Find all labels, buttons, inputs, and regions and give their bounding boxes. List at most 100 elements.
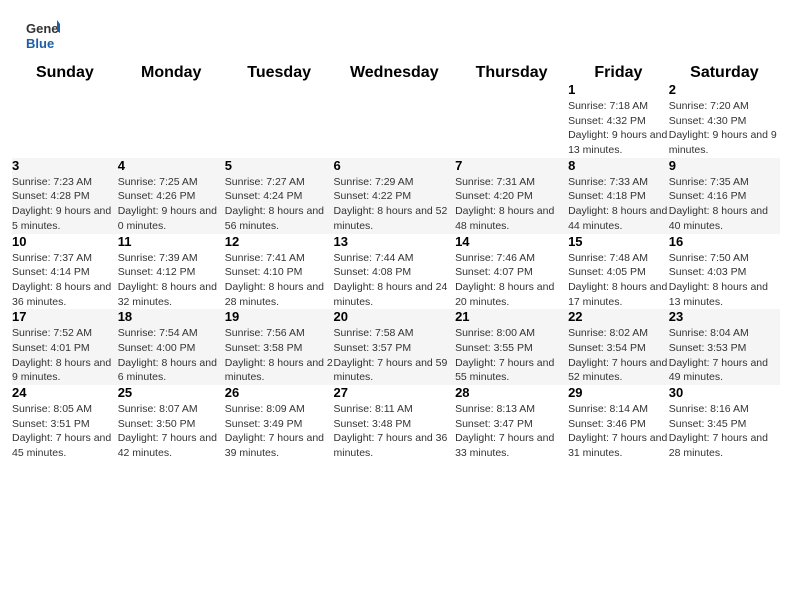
- day-number: 4: [118, 158, 225, 173]
- day-header-monday: Monday: [118, 64, 225, 82]
- day-info: Sunrise: 7:31 AM Sunset: 4:20 PM Dayligh…: [455, 175, 568, 234]
- day-info: Sunrise: 7:44 AM Sunset: 4:08 PM Dayligh…: [334, 251, 456, 310]
- day-info: Sunrise: 7:41 AM Sunset: 4:10 PM Dayligh…: [225, 251, 334, 310]
- day-header-tuesday: Tuesday: [225, 64, 334, 82]
- day-info: Sunrise: 8:04 AM Sunset: 3:53 PM Dayligh…: [669, 326, 780, 385]
- day-info: Sunrise: 7:48 AM Sunset: 4:05 PM Dayligh…: [568, 251, 669, 310]
- day-info: Sunrise: 7:20 AM Sunset: 4:30 PM Dayligh…: [669, 99, 780, 158]
- calendar-cell: 22 Sunrise: 8:02 AM Sunset: 3:54 PM Dayli…: [568, 309, 669, 385]
- day-number: 30: [669, 385, 780, 400]
- day-header-wednesday: Wednesday: [334, 64, 456, 82]
- day-number: 5: [225, 158, 334, 173]
- day-number: 25: [118, 385, 225, 400]
- day-info: Sunrise: 7:25 AM Sunset: 4:26 PM Dayligh…: [118, 175, 225, 234]
- calendar-cell: 30 Sunrise: 8:16 AM Sunset: 3:45 PM Dayli…: [669, 385, 780, 461]
- calendar-week-2: 3 Sunrise: 7:23 AM Sunset: 4:28 PM Daylig…: [12, 158, 780, 234]
- day-number: 6: [334, 158, 456, 173]
- day-info: Sunrise: 7:46 AM Sunset: 4:07 PM Dayligh…: [455, 251, 568, 310]
- calendar-cell: 7 Sunrise: 7:31 AM Sunset: 4:20 PM Daylig…: [455, 158, 568, 234]
- day-number: 15: [568, 234, 669, 249]
- day-number: 8: [568, 158, 669, 173]
- day-number: 13: [334, 234, 456, 249]
- day-number: 19: [225, 309, 334, 324]
- calendar-cell: 12 Sunrise: 7:41 AM Sunset: 4:10 PM Dayli…: [225, 234, 334, 310]
- day-number: 11: [118, 234, 225, 249]
- logo-svg: General Blue: [24, 18, 60, 54]
- day-number: 2: [669, 82, 780, 97]
- day-header-sunday: Sunday: [12, 64, 118, 82]
- calendar-cell: 3 Sunrise: 7:23 AM Sunset: 4:28 PM Daylig…: [12, 158, 118, 234]
- day-info: Sunrise: 8:05 AM Sunset: 3:51 PM Dayligh…: [12, 402, 118, 461]
- day-info: Sunrise: 7:56 AM Sunset: 3:58 PM Dayligh…: [225, 326, 334, 385]
- day-number: 3: [12, 158, 118, 173]
- calendar-week-3: 10Sunrise: 7:37 AM Sunset: 4:14 PM Dayli…: [12, 234, 780, 310]
- day-number: 1: [568, 82, 669, 97]
- calendar-cell: 2 Sunrise: 7:20 AM Sunset: 4:30 PM Daylig…: [669, 82, 780, 158]
- day-info: Sunrise: 7:23 AM Sunset: 4:28 PM Dayligh…: [12, 175, 118, 234]
- day-info: Sunrise: 8:14 AM Sunset: 3:46 PM Dayligh…: [568, 402, 669, 461]
- calendar-cell: [455, 82, 568, 158]
- calendar-cell: 5Sunrise: 7:27 AM Sunset: 4:24 PM Daylig…: [225, 158, 334, 234]
- day-info: Sunrise: 7:54 AM Sunset: 4:00 PM Dayligh…: [118, 326, 225, 385]
- calendar-cell: 26Sunrise: 8:09 AM Sunset: 3:49 PM Dayli…: [225, 385, 334, 461]
- day-info: Sunrise: 7:52 AM Sunset: 4:01 PM Dayligh…: [12, 326, 118, 385]
- day-number: 7: [455, 158, 568, 173]
- calendar-body: 1 Sunrise: 7:18 AM Sunset: 4:32 PM Daylig…: [12, 82, 780, 461]
- calendar-cell: 13 Sunrise: 7:44 AM Sunset: 4:08 PM Dayli…: [334, 234, 456, 310]
- day-info: Sunrise: 8:02 AM Sunset: 3:54 PM Dayligh…: [568, 326, 669, 385]
- calendar-cell: 6Sunrise: 7:29 AM Sunset: 4:22 PM Daylig…: [334, 158, 456, 234]
- day-info: Sunrise: 7:58 AM Sunset: 3:57 PM Dayligh…: [334, 326, 456, 385]
- calendar-cell: 24 Sunrise: 8:05 AM Sunset: 3:51 PM Dayli…: [12, 385, 118, 461]
- calendar-cell: 1 Sunrise: 7:18 AM Sunset: 4:32 PM Daylig…: [568, 82, 669, 158]
- day-info: Sunrise: 8:16 AM Sunset: 3:45 PM Dayligh…: [669, 402, 780, 461]
- day-info: Sunrise: 7:50 AM Sunset: 4:03 PM Dayligh…: [669, 251, 780, 310]
- svg-text:Blue: Blue: [26, 36, 54, 51]
- day-number: 9: [669, 158, 780, 173]
- calendar-cell: 15 Sunrise: 7:48 AM Sunset: 4:05 PM Dayli…: [568, 234, 669, 310]
- calendar-week-5: 24 Sunrise: 8:05 AM Sunset: 3:51 PM Dayli…: [12, 385, 780, 461]
- day-number: 29: [568, 385, 669, 400]
- calendar-cell: [118, 82, 225, 158]
- day-info: Sunrise: 7:35 AM Sunset: 4:16 PM Dayligh…: [669, 175, 780, 234]
- calendar-cell: 17Sunrise: 7:52 AM Sunset: 4:01 PM Dayli…: [12, 309, 118, 385]
- day-number: 12: [225, 234, 334, 249]
- calendar-header: SundayMondayTuesdayWednesdayThursdayFrid…: [12, 64, 780, 82]
- day-info: Sunrise: 7:33 AM Sunset: 4:18 PM Dayligh…: [568, 175, 669, 234]
- calendar-cell: 16Sunrise: 7:50 AM Sunset: 4:03 PM Dayli…: [669, 234, 780, 310]
- day-number: 27: [334, 385, 456, 400]
- day-info: Sunrise: 8:07 AM Sunset: 3:50 PM Dayligh…: [118, 402, 225, 461]
- day-info: Sunrise: 8:00 AM Sunset: 3:55 PM Dayligh…: [455, 326, 568, 385]
- day-header-friday: Friday: [568, 64, 669, 82]
- calendar-cell: 25 Sunrise: 8:07 AM Sunset: 3:50 PM Dayli…: [118, 385, 225, 461]
- day-number: 18: [118, 309, 225, 324]
- calendar-cell: 4 Sunrise: 7:25 AM Sunset: 4:26 PM Daylig…: [118, 158, 225, 234]
- day-number: 22: [568, 309, 669, 324]
- day-info: Sunrise: 8:13 AM Sunset: 3:47 PM Dayligh…: [455, 402, 568, 461]
- header-row: SundayMondayTuesdayWednesdayThursdayFrid…: [12, 64, 780, 82]
- calendar-cell: 23 Sunrise: 8:04 AM Sunset: 3:53 PM Dayli…: [669, 309, 780, 385]
- calendar-week-1: 1 Sunrise: 7:18 AM Sunset: 4:32 PM Daylig…: [12, 82, 780, 158]
- day-info: Sunrise: 7:18 AM Sunset: 4:32 PM Dayligh…: [568, 99, 669, 158]
- calendar-cell: [225, 82, 334, 158]
- day-number: 24: [12, 385, 118, 400]
- calendar-cell: 27Sunrise: 8:11 AM Sunset: 3:48 PM Dayli…: [334, 385, 456, 461]
- logo: General Blue: [24, 18, 60, 54]
- day-header-thursday: Thursday: [455, 64, 568, 82]
- day-number: 23: [669, 309, 780, 324]
- calendar-cell: 29 Sunrise: 8:14 AM Sunset: 3:46 PM Dayli…: [568, 385, 669, 461]
- calendar-table: SundayMondayTuesdayWednesdayThursdayFrid…: [12, 64, 780, 461]
- calendar-cell: 8 Sunrise: 7:33 AM Sunset: 4:18 PM Daylig…: [568, 158, 669, 234]
- calendar-cell: 9 Sunrise: 7:35 AM Sunset: 4:16 PM Daylig…: [669, 158, 780, 234]
- calendar-week-4: 17Sunrise: 7:52 AM Sunset: 4:01 PM Dayli…: [12, 309, 780, 385]
- day-number: 20: [334, 309, 456, 324]
- calendar-cell: 19 Sunrise: 7:56 AM Sunset: 3:58 PM Dayli…: [225, 309, 334, 385]
- calendar-cell: 10Sunrise: 7:37 AM Sunset: 4:14 PM Dayli…: [12, 234, 118, 310]
- calendar-cell: 21Sunrise: 8:00 AM Sunset: 3:55 PM Dayli…: [455, 309, 568, 385]
- calendar-cell: [334, 82, 456, 158]
- calendar-cell: [12, 82, 118, 158]
- calendar-cell: 18 Sunrise: 7:54 AM Sunset: 4:00 PM Dayli…: [118, 309, 225, 385]
- calendar-cell: 11Sunrise: 7:39 AM Sunset: 4:12 PM Dayli…: [118, 234, 225, 310]
- calendar-cell: 14Sunrise: 7:46 AM Sunset: 4:07 PM Dayli…: [455, 234, 568, 310]
- calendar-cell: 20 Sunrise: 7:58 AM Sunset: 3:57 PM Dayli…: [334, 309, 456, 385]
- day-header-saturday: Saturday: [669, 64, 780, 82]
